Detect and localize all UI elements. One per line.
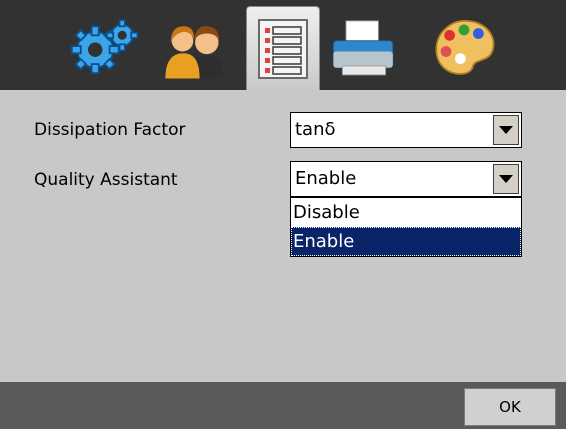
dissipation-factor-combobox[interactable]: tanδ <box>290 112 522 148</box>
option-enable[interactable]: Enable <box>291 227 521 256</box>
chevron-down-icon <box>499 175 513 183</box>
dissipation-factor-dropdown-button[interactable] <box>493 115 519 145</box>
option-disable[interactable]: Disable <box>291 198 521 227</box>
settings-gears-icon[interactable] <box>70 10 142 84</box>
dissipation-factor-value: tanδ <box>295 119 336 140</box>
list-form-icon[interactable] <box>246 6 320 91</box>
chevron-down-icon <box>499 126 513 134</box>
dissipation-factor-label: Dissipation Factor <box>34 120 186 140</box>
top-toolbar <box>0 0 566 91</box>
quality-assistant-label: Quality Assistant <box>34 170 178 190</box>
footer-bar: OK <box>0 382 566 429</box>
ok-button[interactable]: OK <box>464 388 556 426</box>
printer-icon[interactable] <box>328 10 400 84</box>
palette-icon[interactable] <box>428 10 500 84</box>
quality-assistant-options-list: Disable Enable <box>290 197 522 257</box>
users-icon[interactable] <box>160 10 232 84</box>
quality-assistant-dropdown-button[interactable] <box>493 164 519 194</box>
quality-assistant-combobox[interactable]: Enable <box>290 161 522 197</box>
quality-assistant-value: Enable <box>295 168 357 189</box>
